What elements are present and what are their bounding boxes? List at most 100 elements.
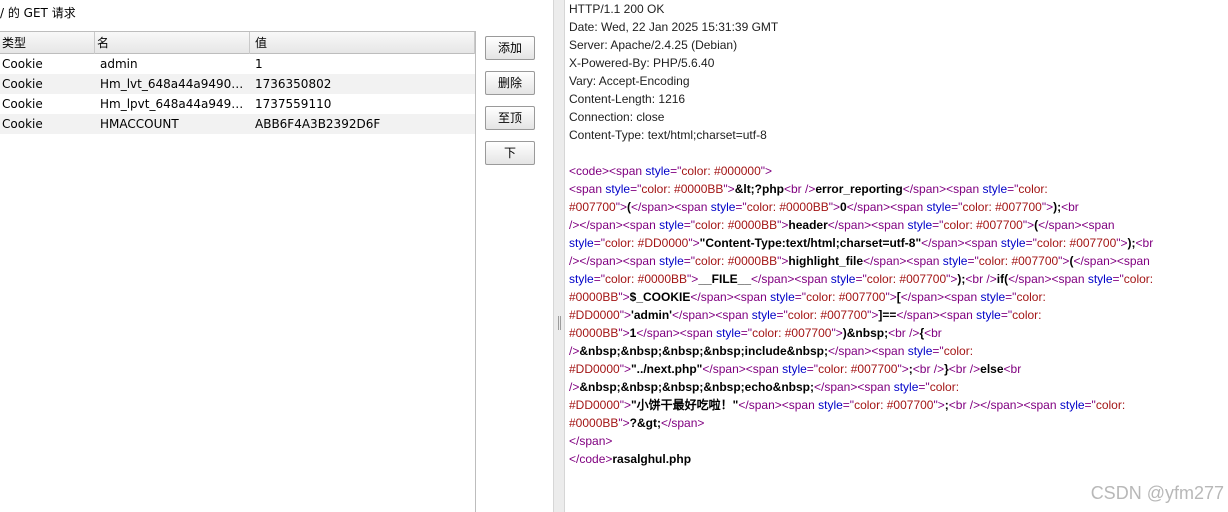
cell-value: 1736350802 (255, 77, 332, 91)
request-pane: / 的 GET 请求 类型 名 值 Cookie admin 1 Cookie … (0, 0, 553, 512)
code-token: </span><span (827, 218, 908, 232)
table-row[interactable]: Cookie HMACCOUNT ABB6F4A3B2392D6F (0, 114, 475, 134)
response-headers: HTTP/1.1 200 OK Date: Wed, 22 Jan 2025 1… (569, 0, 778, 144)
code-token: </span><span (636, 326, 717, 340)
code-token: "> (1041, 200, 1054, 214)
table-row[interactable]: Cookie admin 1 (0, 54, 475, 74)
code-token: </span><span (690, 290, 771, 304)
code-token: =" (630, 182, 642, 196)
code-token: "> (885, 290, 897, 304)
code-line: #DD0000">'admin'</span><span style="colo… (569, 306, 1153, 324)
code-token: =" (842, 398, 855, 412)
code-token: =" (932, 218, 944, 232)
code-token: =" (1007, 182, 1019, 196)
cookie-table[interactable]: 类型 名 值 Cookie admin 1 Cookie Hm_lvt_648a… (0, 31, 476, 512)
code-line: #007700">(</span><span style="color: #00… (569, 198, 1153, 216)
code-token: =" (776, 308, 788, 322)
code-token: =" (683, 254, 696, 268)
code-token: color: (943, 344, 974, 358)
code-token: style (710, 200, 736, 214)
code-token: "> (619, 362, 631, 376)
table-row[interactable]: Cookie Hm_lvt_648a44a949074... 173635080… (0, 74, 475, 94)
cell-type: Cookie (2, 57, 43, 71)
code-token: <br (1003, 362, 1022, 376)
code-line: #DD0000">"../next.php"</span><span style… (569, 360, 1153, 378)
code-line: /></span><span style="color: #0000BB">he… (569, 216, 1153, 234)
header-line: Date: Wed, 22 Jan 2025 15:31:39 GMT (569, 20, 779, 34)
code-token: </span><span (921, 236, 1001, 250)
code-token: style (659, 254, 684, 268)
code-token: <span (569, 182, 606, 196)
code-token: if( (996, 272, 1009, 286)
code-token: </span><span (1008, 272, 1088, 286)
column-header-name[interactable]: 名 (95, 32, 250, 54)
code-token: </span><span (751, 272, 831, 286)
code-token: </span><span (702, 362, 783, 376)
cell-name: HMACCOUNT (100, 117, 179, 131)
header-line: Connection: close (569, 110, 665, 124)
code-token: "> (618, 326, 630, 340)
code-token: style (751, 308, 777, 322)
code-token: color: #007700 (962, 200, 1042, 214)
code-token: style (830, 272, 856, 286)
code-token: &lt;?php (734, 182, 784, 196)
code-token: =" (683, 218, 696, 232)
code-token: </span> (569, 434, 613, 448)
code-token: =" (1005, 290, 1017, 304)
move-down-button[interactable]: 下 (485, 141, 535, 165)
header-line: Content-Type: text/html;charset=utf-8 (569, 128, 767, 142)
move-top-button[interactable]: 至顶 (485, 106, 535, 130)
code-token: color: #0000BB (604, 272, 688, 286)
code-token: "> (946, 272, 958, 286)
app-window: / 的 GET 请求 类型 名 值 Cookie admin 1 Cookie … (0, 0, 1228, 512)
code-token: <br /> (912, 362, 945, 376)
code-token: color: #DD0000 (604, 236, 689, 250)
code-token: #0000BB (569, 290, 619, 304)
table-row[interactable]: Cookie Hm_lpvt_648a44a9490... 1737559110 (0, 94, 475, 114)
code-token: =" (855, 272, 867, 286)
column-header-value[interactable]: 值 (250, 32, 475, 54)
column-header-type[interactable]: 类型 (0, 32, 95, 54)
code-token: /></span><span (569, 218, 660, 232)
add-button[interactable]: 添加 (485, 36, 535, 60)
code-token: style (942, 254, 968, 268)
code-line: />&nbsp;&nbsp;&nbsp;&nbsp;include&nbsp;<… (569, 342, 1153, 360)
code-token: style (926, 200, 952, 214)
code-token: </span><span (813, 380, 894, 394)
code-token: header (788, 218, 828, 232)
code-token: =" (951, 200, 963, 214)
code-token: <br /> (948, 362, 981, 376)
split-divider[interactable] (553, 0, 565, 512)
delete-button[interactable]: 删除 (485, 71, 535, 95)
code-token: color: #0000BB (695, 254, 778, 268)
code-token: "> (615, 200, 627, 214)
code-token: style (605, 182, 631, 196)
code-token: <br (1135, 236, 1154, 250)
code-token: </span><span (846, 200, 927, 214)
code-token: "> (723, 182, 735, 196)
code-token: <code><span (569, 164, 646, 178)
code-token: "> (619, 398, 631, 412)
code-token: <br /></span><span (948, 398, 1060, 412)
code-line: />&nbsp;&nbsp;&nbsp;&nbsp;echo&nbsp;</sp… (569, 378, 1153, 396)
code-token: __FILE__ (698, 272, 752, 286)
code-token: </span><span (1073, 254, 1150, 268)
header-line: X-Powered-By: PHP/5.6.40 (569, 56, 715, 70)
cell-name: Hm_lpvt_648a44a9490... (100, 97, 250, 111)
code-token: color: #007700 (978, 254, 1059, 268)
code-token: </code> (569, 452, 613, 466)
code-token: style (569, 272, 594, 286)
divider-grip-icon[interactable] (558, 316, 561, 330)
code-token: <br /> (784, 182, 816, 196)
code-token: "> (619, 308, 631, 322)
code-token: "> (1116, 236, 1128, 250)
code-token: color: #007700 (943, 218, 1023, 232)
code-token: "> (688, 236, 700, 250)
code-token: color: #007700 (787, 308, 868, 322)
code-token: "../next.php" (630, 362, 703, 376)
code-token: color: (1123, 272, 1154, 286)
code-token: color: (1016, 290, 1046, 304)
code-token: "> (618, 290, 630, 304)
code-token: ?&gt; (629, 416, 661, 430)
code-token: color: (1018, 182, 1048, 196)
